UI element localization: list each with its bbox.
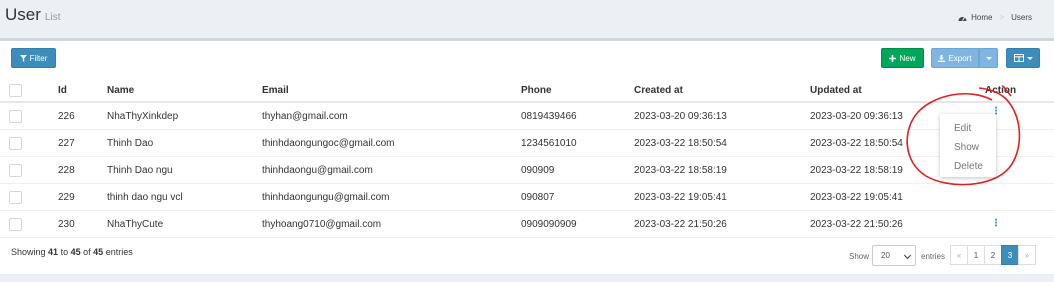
cell-id: 226	[58, 111, 75, 122]
content-header: User List Home > Users	[0, 0, 1054, 36]
cell-id: 227	[58, 138, 75, 149]
cell-phone: 0909090909	[521, 219, 577, 230]
column-header-name[interactable]: Name	[107, 85, 134, 96]
cell-updated-at: 2023-03-22 18:58:19	[810, 165, 903, 176]
column-header-updated-at[interactable]: Updated at	[810, 85, 862, 96]
row-checkbox[interactable]	[9, 218, 22, 231]
breadcrumb-separator: >	[999, 13, 1005, 22]
table-row: 227 Thinh Dao thinhdaongungoc@gmail.com …	[0, 130, 1054, 157]
cell-updated-at: 2023-03-22 19:05:41	[810, 192, 903, 203]
menu-item-show[interactable]: Show	[940, 138, 996, 157]
pagination-page-2[interactable]: 2	[984, 245, 1002, 265]
cell-name: NhaThyXinkdep	[107, 111, 179, 122]
cell-created-at: 2023-03-20 09:36:13	[634, 111, 727, 122]
breadcrumb: Home > Users	[958, 13, 1032, 22]
pagination-page-3[interactable]: 3	[1001, 245, 1019, 265]
column-selector-button[interactable]	[1006, 48, 1040, 68]
pagination: « 1 2 3 »	[950, 245, 1036, 265]
info-start: 41	[48, 247, 59, 257]
info-total: 45	[93, 247, 104, 257]
page-length-value: 20	[881, 251, 890, 260]
new-button-label: New	[899, 53, 916, 63]
plus-icon	[889, 54, 897, 62]
column-header-action: Action	[985, 85, 1017, 96]
pagination-next[interactable]: »	[1018, 245, 1036, 265]
pagination-prev[interactable]: «	[950, 245, 968, 265]
filter-button[interactable]: Filter	[11, 48, 56, 68]
cell-name: Thinh Dao ngu	[107, 165, 173, 176]
action-dropdown-menu: Edit Show Delete	[940, 114, 996, 177]
menu-item-delete[interactable]: Delete	[940, 157, 996, 176]
breadcrumb-home[interactable]: Home	[971, 13, 992, 22]
cell-email: thinhdaongungu@gmail.com	[262, 192, 390, 203]
new-button[interactable]: New	[881, 48, 924, 68]
export-button[interactable]: Export	[931, 48, 979, 68]
filter-icon	[19, 54, 27, 62]
export-dropdown-toggle[interactable]	[979, 48, 998, 68]
table-row: 229 thinh dao ngu vcl thinhdaongungu@gma…	[0, 184, 1054, 211]
cell-id: 229	[58, 192, 75, 203]
table-info: Showing 41 to 45 of 45 entries	[11, 247, 133, 257]
cell-phone: 1234561010	[521, 138, 577, 149]
breadcrumb-current: Users	[1011, 13, 1032, 22]
cell-updated-at: 2023-03-20 09:36:13	[810, 111, 903, 122]
dashboard-icon	[958, 16, 967, 21]
kebab-menu-icon[interactable]: ⋮	[991, 219, 1001, 229]
row-checkbox[interactable]	[9, 191, 22, 204]
table-row: 228 Thinh Dao ngu thinhdaongu@gmail.com …	[0, 157, 1054, 184]
cell-email: thinhdaongungoc@gmail.com	[262, 138, 395, 149]
page-title: User List	[5, 5, 60, 25]
cell-email: thyhoang0710@gmail.com	[262, 219, 382, 230]
cell-created-at: 2023-03-22 18:50:54	[634, 138, 727, 149]
column-header-email[interactable]: Email	[262, 85, 289, 96]
cell-name: Thinh Dao	[107, 138, 154, 149]
filter-button-label: Filter	[29, 53, 48, 63]
column-header-phone[interactable]: Phone	[521, 85, 552, 96]
cell-created-at: 2023-03-22 19:05:41	[634, 192, 727, 203]
cell-id: 228	[58, 165, 75, 176]
cell-phone: 090807	[521, 192, 555, 203]
cell-id: 230	[58, 219, 75, 230]
row-checkbox[interactable]	[9, 164, 22, 177]
select-all-checkbox[interactable]	[9, 84, 22, 97]
cell-name: NhaThyCute	[107, 219, 164, 230]
export-button-label: Export	[948, 53, 972, 63]
page-subtitle: List	[44, 12, 61, 23]
table-row: 226 NhaThyXinkdep thyhan@gmail.com 08194…	[0, 103, 1054, 130]
table-columns-icon	[1013, 54, 1024, 62]
column-header-created-at[interactable]: Created at	[634, 85, 683, 96]
info-to: to	[60, 247, 69, 257]
chevron-down-icon	[903, 251, 912, 260]
user-list-box: Filter New Export Id Name Email Phone Cr…	[0, 38, 1054, 274]
page-title-text: User	[5, 5, 41, 24]
download-icon	[938, 54, 946, 62]
chevron-down-icon	[985, 56, 992, 60]
cell-phone: 090909	[521, 165, 555, 176]
table-header: Id Name Email Phone Created at Updated a…	[0, 78, 1054, 103]
cell-phone: 0819439466	[521, 111, 577, 122]
cell-updated-at: 2023-03-22 18:50:54	[810, 138, 903, 149]
table-row: 230 NhaThyCute thyhoang0710@gmail.com 09…	[0, 211, 1054, 238]
info-end: 45	[70, 247, 81, 257]
info-prefix: Showing	[11, 247, 46, 257]
cell-created-at: 2023-03-22 21:50:26	[634, 219, 727, 230]
cell-name: thinh dao ngu vcl	[107, 192, 183, 203]
cell-email: thinhdaongu@gmail.com	[262, 165, 373, 176]
pagination-page-1[interactable]: 1	[967, 245, 985, 265]
info-of: of	[83, 247, 91, 257]
chevron-down-icon	[1026, 56, 1033, 60]
row-checkbox[interactable]	[9, 110, 22, 123]
cell-created-at: 2023-03-22 18:58:19	[634, 165, 727, 176]
column-header-id[interactable]: Id	[58, 85, 67, 96]
info-entries: entries	[105, 247, 133, 257]
row-checkbox[interactable]	[9, 137, 22, 150]
page-length-label: Show	[849, 252, 870, 261]
page-length-suffix: entries	[921, 252, 946, 261]
menu-item-edit[interactable]: Edit	[940, 119, 996, 138]
page-length-select[interactable]: 20	[872, 245, 916, 266]
cell-updated-at: 2023-03-22 21:50:26	[810, 219, 903, 230]
cell-email: thyhan@gmail.com	[262, 111, 348, 122]
